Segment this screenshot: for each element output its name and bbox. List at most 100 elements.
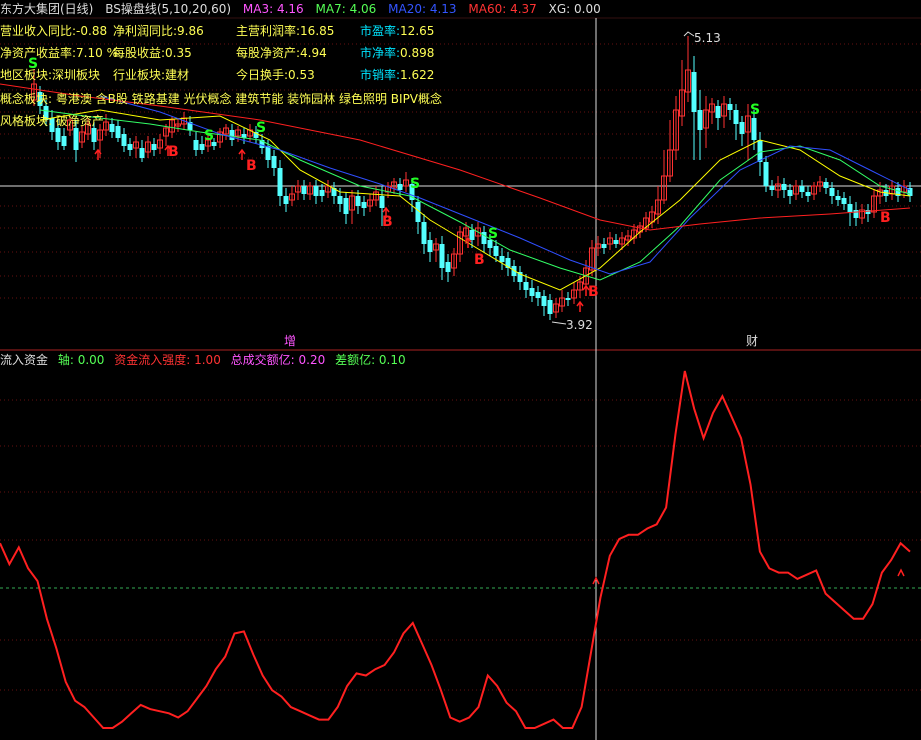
- candle-body: [283, 196, 289, 204]
- event-marker-cai[interactable]: 财: [744, 334, 760, 348]
- candle-body: [757, 140, 763, 162]
- flow-up-marker: [897, 568, 905, 577]
- fundamental-row1-0: 营业收入同比:-0.88: [0, 22, 107, 39]
- candle-body: [55, 128, 61, 142]
- candle-body: [523, 282, 529, 290]
- fundamental-value: 0.35: [165, 46, 192, 60]
- candle-body: [139, 148, 145, 158]
- lower-total-value: 总成交额亿: 0.20: [230, 353, 326, 367]
- candle-body: [379, 196, 385, 208]
- fundamental-label: 行业板块:: [113, 68, 166, 82]
- candle-body: [61, 136, 67, 146]
- lower-indicator-name[interactable]: 流入资金: [0, 353, 48, 367]
- ma60-value: MA60: 4.37: [468, 2, 537, 16]
- stock-name[interactable]: 东方大集团(日线): [0, 2, 93, 16]
- fund-flow-line: [0, 370, 911, 729]
- sell-signal: S: [750, 102, 760, 118]
- price-low-label: 3.92: [566, 318, 593, 332]
- candle-body: [337, 196, 343, 204]
- sell-signal: S: [204, 128, 214, 144]
- fundamental-label: 净利润同比:: [113, 24, 178, 38]
- fundamental-row2-0: 净资产收益率:7.10 %: [0, 44, 118, 61]
- fundamental-row3-0: 地区板块:深圳板块: [0, 66, 100, 83]
- candle-body: [313, 186, 319, 196]
- fundamental-label: 今日换手:: [236, 68, 289, 82]
- candle-body: [769, 186, 775, 190]
- lower-indicator-header: 流入资金 轴: 0.00 资金流入强度: 1.00 总成交额亿: 0.20 差额…: [0, 352, 412, 368]
- fundamental-label: 市销率:: [360, 68, 401, 82]
- ma20-value: MA20: 4.13: [388, 2, 457, 16]
- candle-body: [265, 146, 271, 160]
- indicator-name[interactable]: BS操盘线(5,10,20,60): [105, 2, 231, 16]
- fundamental-label: 主营利润率:: [236, 24, 301, 38]
- candle-body: [781, 184, 787, 190]
- candle-body: [715, 106, 721, 118]
- ma3-value: MA3: 4.16: [242, 2, 304, 16]
- fundamental-value: 12.65: [400, 24, 435, 38]
- buy-signal: B: [382, 214, 393, 230]
- fundamental-row3-2: 今日换手:0.53: [236, 66, 315, 83]
- fundamental-label: 营业收入同比:: [0, 24, 77, 38]
- candle-body: [823, 182, 829, 188]
- stock-chart[interactable]: SBSBSBSBSBSB: [0, 0, 921, 740]
- fundamental-label: 每股收益:: [113, 46, 166, 60]
- fundamental-value: 7.10 %: [76, 46, 118, 60]
- fundamental-row2-3: 市净率:0.898: [360, 44, 434, 61]
- fundamental-row3-3: 市销率:1.622: [360, 66, 434, 83]
- ma7-value: MA7: 4.06: [315, 2, 377, 16]
- fundamental-value: 9.86: [177, 24, 204, 38]
- fundamental-row1-1: 净利润同比:9.86: [113, 22, 204, 39]
- fundamental-value: 0.898: [400, 46, 435, 60]
- candle-body: [565, 298, 571, 300]
- fundamental-value: -0.88: [76, 24, 108, 38]
- candle-body: [739, 122, 745, 134]
- candle-body: [853, 210, 859, 218]
- fundamental-label: 市盈率:: [360, 24, 401, 38]
- candle-body: [73, 128, 79, 150]
- candle-body: [751, 118, 757, 140]
- candle-body: [127, 144, 133, 150]
- event-marker-zeng[interactable]: 增: [282, 334, 298, 348]
- fundamental-label: 地区板块:: [0, 68, 53, 82]
- high-pointer: [683, 31, 695, 37]
- candle-body: [805, 192, 811, 196]
- low-pointer: [551, 321, 567, 325]
- candle-body: [697, 110, 703, 130]
- candle-body: [151, 144, 157, 150]
- concept-sectors: 概念板块: 粤港澳 含B股 铁路基建 光伏概念 建筑节能 装饰园林 绿色照明 B…: [0, 92, 443, 106]
- candle-body: [481, 232, 487, 244]
- fundamental-value: 建材: [165, 68, 190, 82]
- xg-value: XG: 0.00: [548, 2, 601, 16]
- candle-body: [115, 126, 121, 138]
- sell-signal: S: [410, 176, 420, 192]
- candle-body: [427, 240, 433, 252]
- fundamental-row3-1: 行业板块:建材: [113, 66, 189, 83]
- fundamental-row2-2: 每股净资产:4.94: [236, 44, 327, 61]
- fundamental-value: 16.85: [300, 24, 335, 38]
- candle-body: [847, 204, 853, 212]
- candle-body: [319, 190, 325, 196]
- candle-body: [691, 72, 697, 112]
- candle-body: [439, 244, 445, 268]
- fundamental-value: 0.53: [288, 68, 315, 82]
- candle-body: [199, 144, 205, 150]
- candle-body: [529, 288, 535, 296]
- candle-body: [301, 186, 307, 194]
- fundamental-value: 1.622: [400, 68, 435, 82]
- candle-body: [727, 104, 733, 110]
- buy-signal: B: [880, 210, 891, 226]
- candle-body: [397, 184, 403, 190]
- candle-body: [493, 246, 499, 256]
- candle-body: [229, 130, 235, 140]
- candle-body: [277, 168, 283, 196]
- candle-body: [601, 244, 607, 248]
- buy-signal: B: [474, 252, 485, 268]
- fundamental-row1-3: 市盈率:12.65: [360, 22, 434, 39]
- fundamental-label: 市净率:: [360, 46, 401, 60]
- candle-body: [799, 186, 805, 192]
- fundamental-value: 深圳板块: [52, 68, 101, 82]
- candle-body: [835, 196, 841, 200]
- fundamental-value: 4.94: [300, 46, 327, 60]
- fundamental-row2-1: 每股收益:0.35: [113, 44, 192, 61]
- candle-body: [343, 198, 349, 214]
